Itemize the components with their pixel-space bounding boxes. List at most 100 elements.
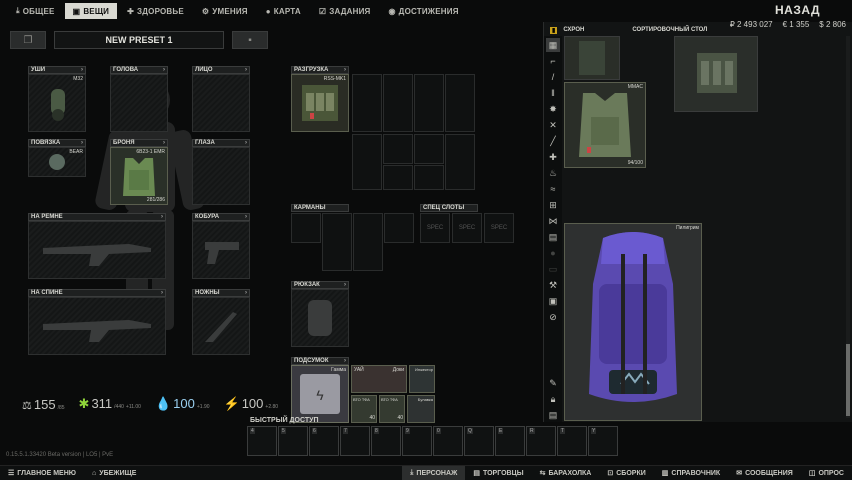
wrench-icon[interactable]: ⚒ (546, 278, 560, 292)
quick-slot[interactable]: 0 (433, 426, 463, 456)
slot-armor[interactable]: 6B23-1 EMR 281/286 (110, 147, 168, 205)
tab-stash[interactable]: СХРОН (563, 27, 584, 33)
knife-icon[interactable]: / (546, 70, 560, 84)
pin-icon[interactable]: ✎ (546, 376, 560, 390)
stick-icon[interactable]: ╱ (546, 134, 560, 148)
check-icon[interactable]: ⊘ (546, 310, 560, 324)
pocket-cell[interactable] (384, 213, 414, 243)
survey-button[interactable]: ◫ ОПРОС (801, 466, 852, 480)
stash-item-rig[interactable] (564, 36, 620, 80)
battery-icon[interactable]: ▭ (546, 262, 560, 276)
slot-pouch[interactable]: ϟ Гамма (291, 365, 349, 423)
flea-market-button[interactable]: ⇆ БАРАХОЛКА (532, 466, 600, 480)
tab-skills[interactable]: ⚙ УМЕНИЯ (194, 3, 256, 19)
stash-item-chest-rig[interactable] (674, 36, 758, 112)
lock-icon[interactable]: 🔒︎ (546, 392, 560, 406)
pocket-cell[interactable] (291, 213, 321, 243)
rig-cell[interactable] (445, 134, 475, 190)
rig-cell[interactable] (383, 134, 413, 164)
handbook-button[interactable]: ▥ СПРАВОЧНИК (654, 466, 728, 480)
stash-item-plate-carrier[interactable]: MMAC 94/100 (564, 82, 646, 168)
tab-tasks[interactable]: ☑ ЗАДАНИЯ (311, 3, 379, 19)
quick-slot[interactable]: 4 (247, 426, 277, 456)
hideout-button[interactable]: ⌂ УБЕЖИЩЕ (84, 466, 144, 480)
quick-slot[interactable]: 9 (402, 426, 432, 456)
slot-on-back[interactable] (28, 297, 166, 355)
pouch-item-case[interactable]: УАЙ Доки (351, 365, 407, 393)
quick-slot[interactable]: E (495, 426, 525, 456)
rig-icon[interactable]: ⊞ (546, 198, 560, 212)
main-menu-button[interactable]: ☰ ГЛАВНОЕ МЕНЮ (0, 466, 84, 480)
quick-slot[interactable]: Y (588, 426, 618, 456)
slot-rig[interactable]: RSS-MK1 (291, 74, 349, 132)
slot-on-sling[interactable] (28, 221, 166, 279)
water-icon[interactable]: ≈ (546, 182, 560, 196)
tab-overall[interactable]: ⤓ ОБЩЕЕ (8, 3, 63, 19)
tab-map[interactable]: ● КАРТА (258, 3, 309, 19)
messages-button[interactable]: ✉ СООБЩЕНИЯ (728, 466, 801, 480)
tab-gear[interactable]: ▣ ВЕЩИ (64, 3, 118, 19)
pocket-cell[interactable] (322, 213, 352, 271)
quick-slot[interactable]: R (526, 426, 556, 456)
rig-cell[interactable] (445, 74, 475, 132)
pouch-item-bto-2[interactable]: ВТО ТФА 40 (379, 395, 405, 423)
rig-cell[interactable] (383, 165, 413, 190)
gear-icon[interactable]: ✸ (546, 102, 560, 116)
pouch-item-pin[interactable]: Булавка (407, 395, 435, 423)
quick-slot[interactable]: 5 (278, 426, 308, 456)
slot-holster[interactable] (192, 221, 250, 279)
ammo-icon[interactable]: ‖ (546, 86, 560, 100)
stash-scrollbar[interactable] (846, 36, 850, 418)
rig-cell[interactable] (383, 74, 413, 132)
flask-icon[interactable]: ♨ (546, 166, 560, 180)
special-slot-label: SPEC (490, 225, 508, 231)
slot-scabbard[interactable] (192, 297, 250, 355)
box-icon[interactable]: ▣ (546, 294, 560, 308)
medical-icon[interactable]: ✚ (546, 150, 560, 164)
tab-sorting-table[interactable]: СОРТИРОВОЧНЫЙ СТОЛ (632, 27, 707, 33)
tab-health[interactable]: ✚ ЗДОРОВЬЕ (119, 3, 192, 19)
special-slot-3[interactable]: SPEC (484, 213, 514, 243)
crossed-tools-icon[interactable]: ✕ (546, 118, 560, 132)
backpack-icon[interactable]: ▤ (546, 230, 560, 244)
preset-name-field[interactable]: NEW PRESET 1 (54, 31, 224, 49)
tab-label: ОБЩЕЕ (22, 6, 55, 16)
back-button[interactable]: НАЗАД (775, 3, 820, 17)
armor-icon[interactable]: ⋈ (546, 214, 560, 228)
builds-button[interactable]: ⊡ СБОРКИ (599, 466, 653, 480)
hand-icon[interactable]: ● (546, 246, 560, 260)
stash-item-backpack[interactable]: Пилигрим (564, 223, 702, 421)
slot-eyewear[interactable] (192, 147, 250, 205)
rig-cell[interactable] (414, 74, 444, 132)
pouch-item-injector[interactable]: Инжектор (409, 365, 435, 393)
quick-slot[interactable]: 7 (340, 426, 370, 456)
sort-icon[interactable]: ▤ (546, 408, 560, 422)
scrollbar-thumb[interactable] (846, 344, 850, 416)
character-button[interactable]: ⤓ ПЕРСОНАЖ (402, 465, 466, 480)
save-preset-button[interactable]: ▪ (232, 31, 268, 49)
tab-achievements[interactable]: ◉ ДОСТИЖЕНИЯ (380, 3, 466, 19)
special-slot-1[interactable]: SPEC (420, 213, 450, 243)
rig-cell[interactable] (352, 134, 382, 190)
pouch-item-bto-1[interactable]: ВТО ТФА 40 (351, 395, 377, 423)
traders-button[interactable]: ▤ ТОРГОВЦЫ (465, 466, 531, 480)
slot-armband[interactable]: BEAR (28, 147, 86, 177)
pocket-cell[interactable] (353, 213, 383, 271)
grid-icon[interactable]: ▦ (546, 38, 560, 52)
special-slot-2[interactable]: SPEC (452, 213, 482, 243)
rig-cell[interactable] (414, 134, 444, 164)
slot-head[interactable] (110, 74, 168, 132)
item-name: ВТО ТФА (353, 397, 370, 402)
pistol-icon[interactable]: ⌐ (546, 54, 560, 68)
quick-slot[interactable]: 8 (371, 426, 401, 456)
slot-face[interactable] (192, 74, 250, 132)
quick-slot[interactable]: 6 (309, 426, 339, 456)
quick-slot[interactable]: T (557, 426, 587, 456)
slot-earpiece[interactable]: M32 (28, 74, 86, 132)
hotkey-label: Y (591, 428, 597, 434)
quick-slot[interactable]: Q (464, 426, 494, 456)
preset-list-button[interactable]: ❐ (10, 31, 46, 49)
slot-backpack[interactable] (291, 289, 349, 347)
rig-cell[interactable] (414, 165, 444, 190)
rig-cell[interactable] (352, 74, 382, 132)
